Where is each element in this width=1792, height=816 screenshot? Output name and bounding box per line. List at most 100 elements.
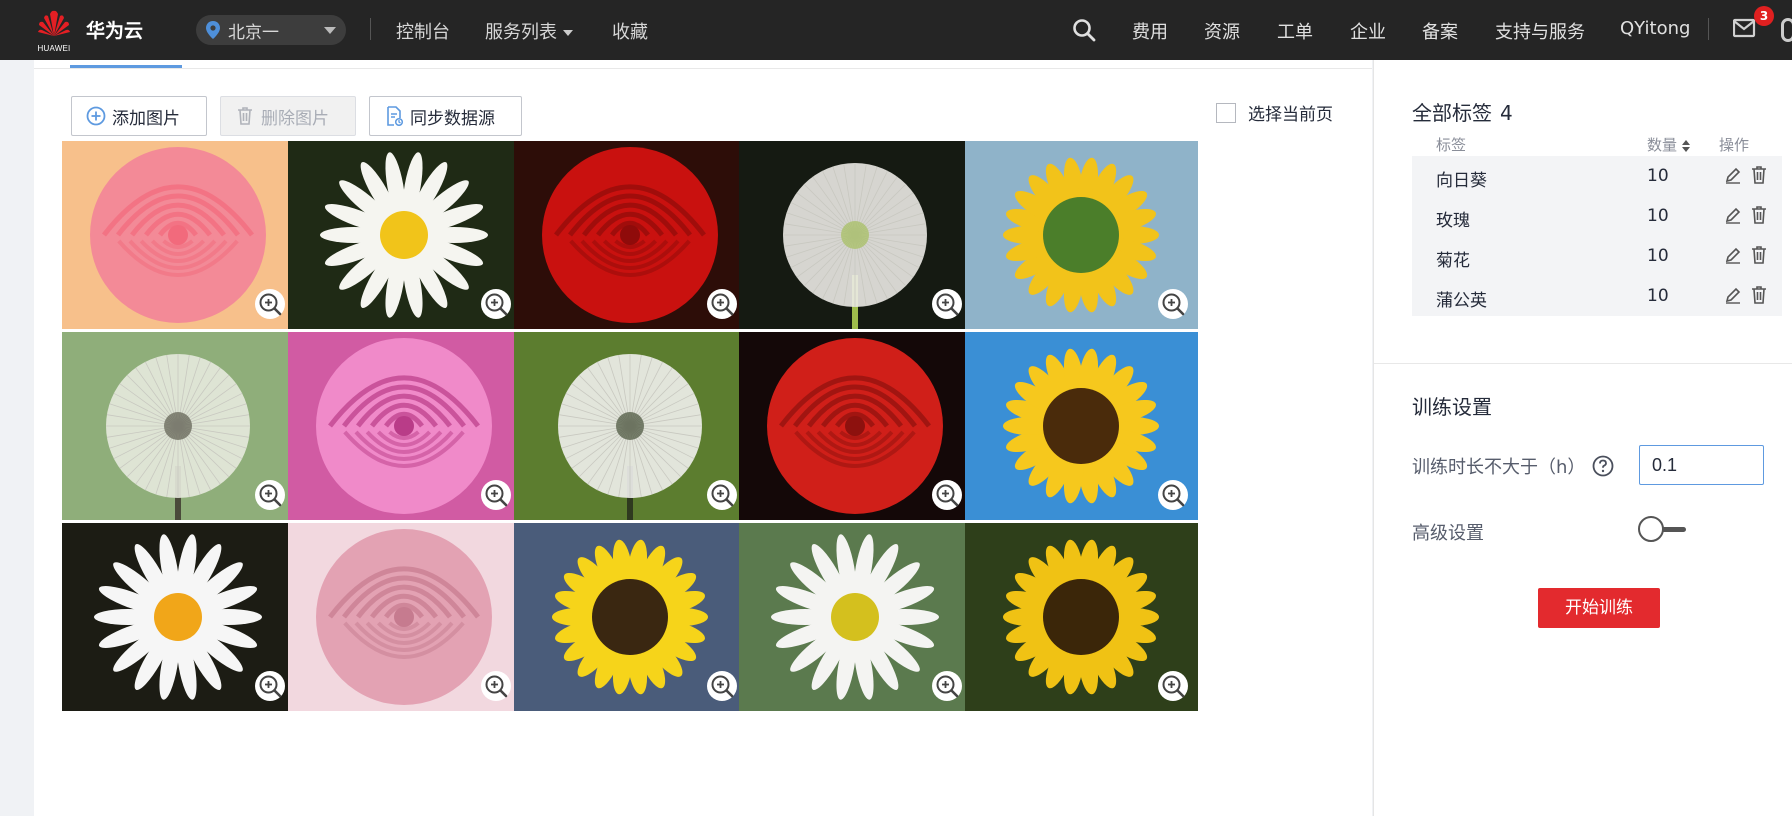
trash-icon[interactable] <box>1750 285 1768 305</box>
image-thumbnail[interactable] <box>62 141 295 329</box>
zoom-in-icon[interactable] <box>255 289 285 319</box>
image-thumbnail[interactable] <box>288 332 521 520</box>
tab-divider <box>34 68 1372 69</box>
left-gutter <box>0 60 34 816</box>
tag-name: 菊花 <box>1436 251 1470 271</box>
advanced-settings-toggle[interactable] <box>1638 516 1688 542</box>
image-thumbnail[interactable] <box>965 141 1198 329</box>
nav-tickets[interactable]: 工单 <box>1277 18 1313 44</box>
zoom-in-icon[interactable] <box>1158 289 1188 319</box>
image-thumbnail[interactable] <box>62 523 295 711</box>
tag-name: 玫瑰 <box>1436 211 1470 231</box>
nav-service-list-label: 服务列表 <box>485 22 557 43</box>
delete-image-button[interactable]: 删除图片 <box>220 96 356 136</box>
trash-icon[interactable] <box>1750 205 1768 225</box>
delete-image-label: 删除图片 <box>261 108 329 129</box>
nav-favorites[interactable]: 收藏 <box>612 18 648 44</box>
trash-icon <box>238 107 252 125</box>
nav-enterprise[interactable]: 企业 <box>1350 18 1386 44</box>
tag-row: 玫瑰 10 <box>1412 196 1782 236</box>
huawei-logo[interactable]: HUAWEI <box>34 8 74 53</box>
zoom-in-icon[interactable] <box>707 480 737 510</box>
nav-service-list[interactable]: 服务列表 <box>485 18 573 44</box>
nav-support[interactable]: 支持与服务 <box>1495 18 1585 44</box>
tag-name: 向日葵 <box>1436 171 1487 191</box>
duration-label: 训练时长不大于（h） <box>1412 457 1586 478</box>
zoom-in-icon[interactable] <box>481 671 511 701</box>
all-tags-heading: 全部标签 4 <box>1412 97 1513 126</box>
edit-icon[interactable] <box>1724 166 1742 184</box>
start-training-button[interactable]: 开始训练 <box>1538 588 1660 628</box>
logo-wordmark: HUAWEI <box>37 44 71 53</box>
help-icon[interactable] <box>1781 18 1792 42</box>
column-tag: 标签 <box>1436 136 1467 154</box>
zoom-in-icon[interactable] <box>255 480 285 510</box>
huawei-flower-icon <box>38 10 70 37</box>
location-pin-icon <box>206 21 220 39</box>
image-thumbnail[interactable] <box>514 523 747 711</box>
image-gallery-panel: 添加图片 删除图片 同步数据源 选择当前页 <box>34 60 1372 816</box>
tag-row: 蒲公英 10 <box>1412 276 1782 316</box>
chevron-down-icon <box>324 27 336 34</box>
trash-icon[interactable] <box>1750 245 1768 265</box>
help-circle-icon[interactable] <box>1592 455 1614 477</box>
zoom-in-icon[interactable] <box>1158 671 1188 701</box>
toggle-knob <box>1638 516 1664 542</box>
settings-panel: 全部标签 4 标签 数量 操作 向日葵 10 玫瑰 10 菊花 10 蒲公英 10 训练设置 训… <box>1373 60 1792 816</box>
nav-billing[interactable]: 费用 <box>1132 18 1168 44</box>
region-selector[interactable]: 北京一 <box>196 15 346 45</box>
training-settings-title: 训练设置 <box>1412 395 1492 419</box>
tag-name: 蒲公英 <box>1436 291 1487 311</box>
add-circle-icon <box>86 106 106 126</box>
zoom-in-icon[interactable] <box>1158 480 1188 510</box>
zoom-in-icon[interactable] <box>707 671 737 701</box>
zoom-in-icon[interactable] <box>707 289 737 319</box>
image-thumbnail[interactable] <box>739 141 972 329</box>
tag-count-value: 10 <box>1647 166 1669 186</box>
add-image-button[interactable]: 添加图片 <box>71 96 207 136</box>
section-divider <box>1374 363 1792 364</box>
tag-count-value: 10 <box>1647 286 1669 306</box>
image-thumbnail[interactable] <box>739 523 972 711</box>
image-thumbnail[interactable] <box>739 332 972 520</box>
trash-icon[interactable] <box>1750 165 1768 185</box>
select-current-page[interactable]: 选择当前页 <box>1216 100 1333 125</box>
nav-filing[interactable]: 备案 <box>1422 18 1458 44</box>
image-thumbnail[interactable] <box>62 332 295 520</box>
image-thumbnail[interactable] <box>965 332 1198 520</box>
zoom-in-icon[interactable] <box>481 289 511 319</box>
search-icon[interactable] <box>1072 18 1096 42</box>
nav-resources[interactable]: 资源 <box>1204 18 1240 44</box>
tag-row: 菊花 10 <box>1412 236 1782 276</box>
edit-icon[interactable] <box>1724 246 1742 264</box>
zoom-in-icon[interactable] <box>255 671 285 701</box>
notification-badge: 3 <box>1754 6 1774 26</box>
tag-count: 4 <box>1500 101 1513 125</box>
nav-divider <box>370 18 371 40</box>
region-label: 北京一 <box>228 22 279 43</box>
column-operation: 操作 <box>1719 136 1750 154</box>
image-thumbnail[interactable] <box>288 141 521 329</box>
edit-icon[interactable] <box>1724 286 1742 304</box>
select-page-checkbox[interactable] <box>1216 102 1236 123</box>
image-thumbnail[interactable] <box>288 523 521 711</box>
tags-table-header: 标签 数量 操作 <box>1412 132 1782 156</box>
image-thumbnail[interactable] <box>514 332 747 520</box>
nav-user-account[interactable]: QYitong <box>1620 18 1690 39</box>
sort-icon[interactable] <box>1681 139 1691 153</box>
zoom-in-icon[interactable] <box>932 480 962 510</box>
sync-datasource-label: 同步数据源 <box>410 108 495 129</box>
nav-console[interactable]: 控制台 <box>396 18 450 44</box>
image-thumbnail[interactable] <box>965 523 1198 711</box>
sync-datasource-button[interactable]: 同步数据源 <box>369 96 522 136</box>
sync-document-icon <box>387 106 404 126</box>
edit-icon[interactable] <box>1724 206 1742 224</box>
duration-input[interactable] <box>1639 445 1764 485</box>
zoom-in-icon[interactable] <box>932 671 962 701</box>
brand-name[interactable]: 华为云 <box>86 16 143 43</box>
column-count[interactable]: 数量 <box>1647 134 1691 155</box>
zoom-in-icon[interactable] <box>481 480 511 510</box>
zoom-in-icon[interactable] <box>932 289 962 319</box>
add-image-label: 添加图片 <box>112 108 180 129</box>
image-thumbnail[interactable] <box>514 141 747 329</box>
